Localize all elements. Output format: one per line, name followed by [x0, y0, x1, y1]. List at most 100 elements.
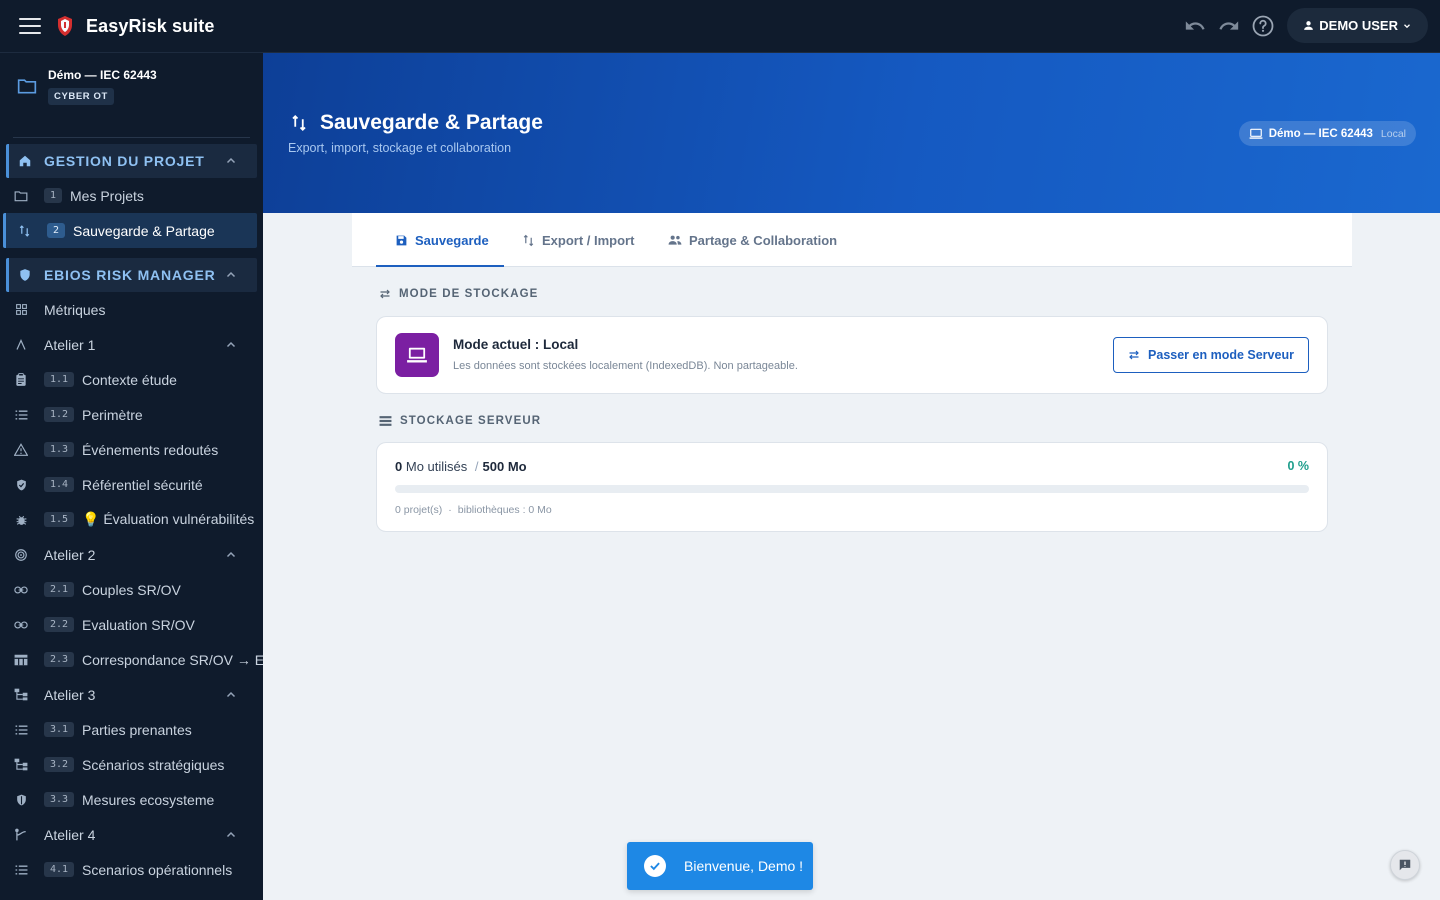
link-icon [14, 621, 28, 628]
storage-meta: 0 projet(s) · bibliothèques : 0 Mo [395, 504, 552, 516]
sidebar-item-mesures-ecosysteme[interactable]: 3.3 Mesures ecosysteme [0, 782, 263, 817]
sidebar-section-gestion-projet[interactable]: GESTION DU PROJET [6, 144, 257, 178]
current-mode-description: Les données sont stockées localement (In… [453, 360, 798, 372]
app-title: EasyRisk suite [86, 15, 215, 36]
list-icon [15, 865, 27, 874]
route-icon [15, 828, 26, 841]
hierarchy-icon [14, 758, 28, 771]
sidebar-item-parties-prenantes[interactable]: 3.1 Parties prenantes [0, 712, 263, 747]
save-icon [396, 235, 407, 245]
person-icon [1304, 21, 1314, 30]
mode-icon-tile [395, 333, 439, 377]
folder-icon [17, 79, 37, 94]
sidebar-item-atelier-2[interactable]: Atelier 2 [0, 537, 263, 572]
sidebar-item-mes-projets[interactable]: 1 Mes Projets [0, 178, 263, 213]
chevron-up-icon[interactable] [225, 155, 237, 167]
welcome-toast: Bienvenue, Demo ! [627, 842, 813, 890]
chevron-up-icon[interactable] [225, 549, 237, 561]
swap-horiz-icon [380, 289, 390, 299]
sidebar-item-perimetre[interactable]: 1.2 Perimètre [0, 397, 263, 432]
redo-icon[interactable] [1217, 14, 1241, 38]
bug-icon [16, 515, 26, 525]
sidebar: Démo — IEC 62443 CYBER OT GESTION DU PRO… [0, 53, 263, 900]
sidebar-item-metriques[interactable]: Métriques [0, 292, 263, 327]
sidebar-item-evaluation-sr-ov[interactable]: 2.2 Evaluation SR/OV [0, 607, 263, 642]
sidebar-item-scenarios-strategiques[interactable]: 3.2 Scénarios stratégiques [0, 747, 263, 782]
current-project-card[interactable]: Démo — IEC 62443 CYBER OT [0, 53, 263, 119]
chevron-up-icon[interactable] [225, 339, 237, 351]
home-icon [19, 155, 31, 167]
list-icon [15, 725, 27, 734]
sidebar-item-couples-sr-ov[interactable]: 2.1 Couples SR/OV [0, 572, 263, 607]
storage-mode-card: Mode actuel : Local Les données sont sto… [376, 316, 1328, 394]
current-mode-title: Mode actuel : Local [453, 337, 579, 352]
project-chip[interactable]: Démo — IEC 62443 Local [1238, 121, 1416, 146]
sidebar-section-ebios[interactable]: EBIOS RISK MANAGER [6, 258, 257, 292]
project-name: Démo — IEC 62443 [48, 67, 157, 82]
project-tag-badge: CYBER OT [48, 87, 114, 105]
tab-sauvegarde[interactable]: Sauvegarde [395, 213, 489, 267]
current-mode-value: Local [543, 337, 579, 352]
check-circle-icon [644, 855, 666, 877]
clipboard-icon [16, 372, 26, 386]
sidebar-item-evaluation-vulnerabilites[interactable]: 1.5 💡 Évaluation vulnérabilités [0, 502, 263, 537]
section-heading-server-storage: STOCKAGE SERVEUR [379, 415, 541, 427]
chat-icon [1399, 859, 1411, 871]
folder-icon [14, 190, 28, 201]
swap-vert-icon [19, 224, 29, 237]
swap-horiz-icon [1129, 350, 1139, 360]
top-app-bar: EasyRisk suite DEMO USER [0, 0, 1440, 53]
people-icon [668, 235, 682, 245]
shield-icon [20, 269, 30, 281]
grid-icon [15, 304, 27, 315]
user-name: DEMO USER [1319, 18, 1398, 33]
atelier-icon [16, 339, 26, 350]
swap-vert-icon [523, 234, 534, 246]
page-subtitle: Export, import, stockage et collaboratio… [288, 141, 512, 155]
storage-percent: 0 % [1287, 459, 1309, 473]
sidebar-item-sauvegarde-partage[interactable]: 2 Sauvegarde & Partage [3, 213, 257, 248]
chevron-up-icon[interactable] [225, 829, 237, 841]
list-icon [15, 410, 27, 419]
page-title: Sauvegarde & Partage [320, 111, 543, 134]
switch-to-server-button[interactable]: Passer en mode Serveur [1113, 337, 1309, 373]
sidebar-item-scenarios-operationnels[interactable]: 4.1 Scenarios opérationnels [0, 852, 263, 887]
chevron-up-icon[interactable] [225, 689, 237, 701]
toast-message: Bienvenue, Demo ! [684, 858, 804, 874]
sidebar-item-contexte-etude[interactable]: 1.1 Contexte étude [0, 362, 263, 397]
feedback-button[interactable] [1390, 850, 1420, 880]
tab-partage-collaboration[interactable]: Partage & Collaboration [668, 213, 837, 267]
sidebar-item-atelier-4[interactable]: Atelier 4 [0, 817, 263, 852]
undo-icon[interactable] [1183, 14, 1207, 38]
link-icon [14, 586, 28, 593]
tab-bar: Sauvegarde Export / Import Partage & Col… [352, 213, 1352, 267]
sidebar-divider [13, 137, 250, 138]
sidebar-item-atelier-3[interactable]: Atelier 3 [0, 677, 263, 712]
server-storage-card: 0 Mo utilisés /500 Mo 0 % 0 projet(s) · bi… [376, 442, 1328, 532]
menu-icon[interactable] [19, 18, 41, 34]
storage-progress-bar [395, 485, 1309, 493]
user-menu-button[interactable]: DEMO USER [1287, 8, 1428, 43]
sidebar-item-referentiel-securite[interactable]: 1.4 Référentiel sécurité [0, 467, 263, 502]
app-logo-icon [58, 16, 72, 36]
section-heading-storage-mode: MODE DE STOCKAGE [379, 288, 538, 300]
laptop-icon [407, 347, 427, 363]
sidebar-item-correspondance-sr-ov[interactable]: 2.3 Correspondance SR/OV → EF [0, 642, 263, 677]
shield-icon [16, 794, 26, 805]
chevron-up-icon[interactable] [225, 269, 237, 281]
page-header-banner: Sauvegarde & Partage Export, import, sto… [263, 53, 1440, 213]
swap-vert-icon [292, 114, 306, 132]
chevron-down-icon [1404, 23, 1410, 28]
storage-usage: 0 Mo utilisés /500 Mo [395, 459, 527, 474]
shield-check-icon [16, 479, 26, 490]
target-icon [15, 548, 27, 561]
sidebar-item-atelier-1[interactable]: Atelier 1 [0, 327, 263, 362]
laptop-icon [1249, 128, 1263, 139]
active-tab-indicator [376, 265, 504, 267]
tab-export-import[interactable]: Export / Import [522, 213, 634, 267]
table-icon [14, 654, 28, 665]
sidebar-item-evenements-redoutes[interactable]: 1.3 Événements redoutés [0, 432, 263, 467]
warning-icon [14, 443, 28, 456]
hierarchy-icon [14, 688, 28, 701]
help-icon[interactable] [1251, 14, 1275, 38]
